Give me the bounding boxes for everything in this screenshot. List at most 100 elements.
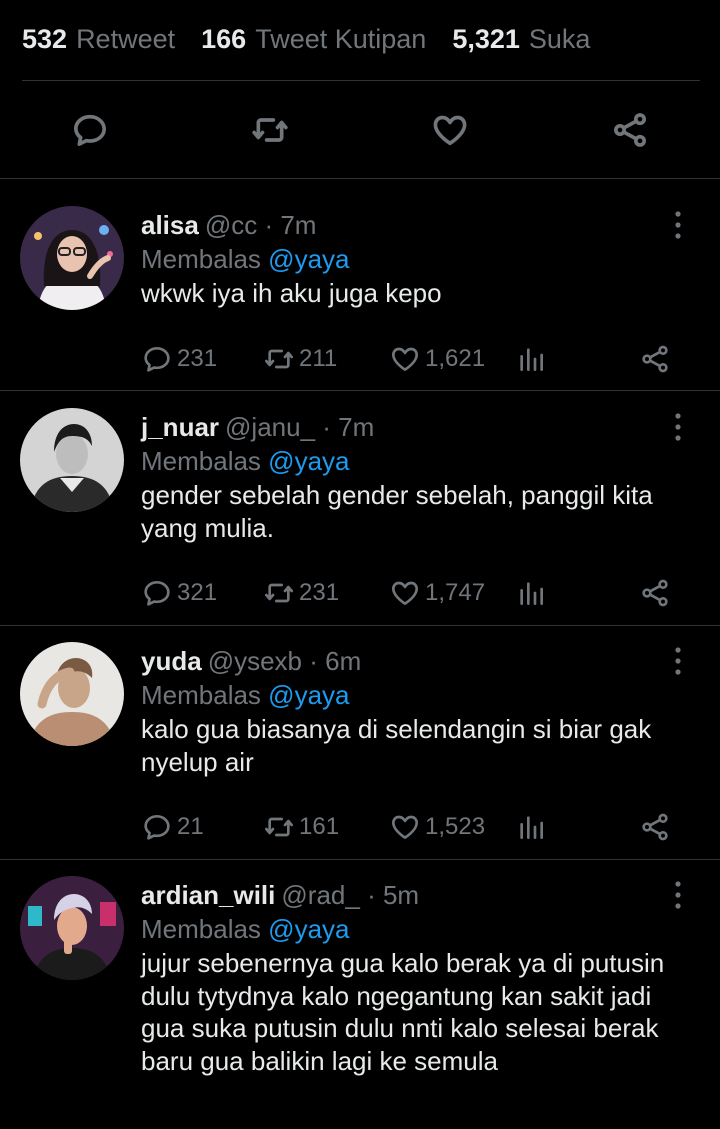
avatar-image bbox=[20, 206, 124, 310]
reply-header: ardian_wili @rad_ · 5m bbox=[141, 879, 419, 911]
retweet-count: 532 bbox=[22, 23, 68, 54]
retweet-icon bbox=[265, 349, 293, 369]
share-button[interactable] bbox=[639, 575, 675, 611]
share-button[interactable] bbox=[639, 341, 675, 377]
user-handle: @cc bbox=[204, 210, 258, 240]
more-options-button[interactable] bbox=[664, 209, 692, 241]
user-name[interactable]: j_nuar bbox=[141, 412, 219, 442]
bar-chart-icon bbox=[520, 816, 543, 839]
user-name[interactable]: yuda bbox=[141, 646, 202, 676]
avatar-image bbox=[20, 408, 124, 512]
retweet-stat[interactable]: 532 Retweet bbox=[22, 24, 175, 55]
reply-tweet[interactable]: yuda @ysexb · 6m Membalas @yaya kalo gua … bbox=[0, 615, 720, 858]
retweet-count: 211 bbox=[299, 345, 338, 372]
speech-bubble-icon bbox=[144, 581, 170, 606]
reply-button[interactable]: 231 bbox=[141, 341, 217, 377]
user-name[interactable]: ardian_wili bbox=[141, 880, 275, 910]
like-label: Suka bbox=[528, 23, 591, 54]
like-button[interactable]: 1,621 bbox=[389, 341, 485, 377]
share-icon bbox=[642, 579, 668, 607]
share-icon bbox=[642, 813, 668, 841]
mention-link[interactable]: @yaya bbox=[268, 244, 349, 274]
replying-label: Membalas bbox=[141, 446, 261, 476]
more-options-button[interactable] bbox=[664, 645, 692, 677]
kebab-menu-icon bbox=[675, 647, 681, 675]
heart-icon bbox=[392, 815, 418, 839]
analytics-button[interactable] bbox=[515, 575, 551, 611]
heart-icon bbox=[392, 581, 418, 605]
more-options-button[interactable] bbox=[664, 411, 692, 443]
divider bbox=[22, 80, 700, 81]
reply-header: j_nuar @janu_ · 7m bbox=[141, 411, 374, 443]
tweet-text: jujur sebenernya gua kalo berak ya di pu… bbox=[141, 948, 665, 1076]
timestamp: · 7m bbox=[322, 412, 375, 442]
bar-chart-icon bbox=[520, 348, 543, 371]
quote-stat[interactable]: 166 Tweet Kutipan bbox=[201, 24, 426, 55]
avatar[interactable] bbox=[20, 876, 124, 980]
user-name[interactable]: alisa bbox=[141, 210, 199, 240]
retweet-count: 161 bbox=[299, 813, 340, 840]
bar-chart-icon bbox=[520, 582, 543, 605]
replying-label: Membalas bbox=[141, 680, 261, 710]
retweet-count: 231 bbox=[299, 579, 340, 606]
mention-link[interactable]: @yaya bbox=[268, 446, 349, 476]
like-button[interactable]: 1,747 bbox=[389, 575, 485, 611]
replying-label: Membalas bbox=[141, 914, 261, 944]
reply-tweet[interactable]: alisa @cc · 7m Membalas @yaya wkwk iya ih… bbox=[0, 179, 720, 390]
retweet-button[interactable]: 211 bbox=[263, 341, 337, 377]
replying-to: Membalas @yaya bbox=[141, 679, 350, 711]
avatar[interactable] bbox=[20, 642, 124, 746]
reply-count: 231 bbox=[177, 345, 218, 372]
replying-to: Membalas @yaya bbox=[141, 913, 350, 945]
reply-action-bar: 321 231 1,747 bbox=[141, 575, 681, 611]
reply-tweet[interactable]: ardian_wili @rad_ · 5m Membalas @yaya juj… bbox=[0, 849, 720, 1129]
retweet-label: Retweet bbox=[76, 23, 176, 54]
like-count: 1,747 bbox=[425, 579, 486, 606]
speech-bubble-icon bbox=[144, 347, 170, 372]
timestamp: · 6m bbox=[309, 646, 362, 676]
tweet-text: wkwk iya ih aku juga kepo bbox=[141, 278, 442, 308]
like-count: 5,321 bbox=[452, 23, 520, 54]
like-button[interactable] bbox=[429, 109, 471, 151]
retweet-button[interactable]: 161 bbox=[263, 809, 339, 845]
like-button[interactable]: 1,523 bbox=[389, 809, 485, 845]
user-handle: @rad_ bbox=[281, 880, 360, 910]
tweet-action-bar bbox=[0, 105, 720, 155]
tweet-text: gender sebelah gender sebelah, panggil k… bbox=[141, 480, 653, 543]
like-count: 1,523 bbox=[425, 813, 486, 840]
quote-label: Tweet Kutipan bbox=[255, 23, 427, 54]
replying-to: Membalas @yaya bbox=[141, 445, 350, 477]
speech-bubble-icon bbox=[74, 114, 106, 147]
analytics-button[interactable] bbox=[515, 341, 551, 377]
retweet-button[interactable] bbox=[249, 109, 291, 151]
more-options-button[interactable] bbox=[664, 879, 692, 911]
kebab-menu-icon bbox=[675, 413, 681, 441]
quote-count: 166 bbox=[201, 23, 247, 54]
reply-count: 21 bbox=[177, 813, 204, 840]
timestamp: · 5m bbox=[367, 880, 420, 910]
like-count: 1,621 bbox=[425, 345, 486, 372]
share-button[interactable] bbox=[639, 809, 675, 845]
like-stat[interactable]: 5,321 Suka bbox=[452, 24, 590, 55]
mention-link[interactable]: @yaya bbox=[268, 914, 349, 944]
heart-icon bbox=[392, 347, 418, 371]
retweet-button[interactable]: 231 bbox=[263, 575, 339, 611]
reply-action-bar: 231 211 1,621 bbox=[141, 341, 681, 377]
timestamp: · 7m bbox=[264, 210, 317, 240]
reply-button[interactable]: 321 bbox=[141, 575, 217, 611]
share-button[interactable] bbox=[609, 109, 651, 151]
reply-count: 321 bbox=[177, 579, 218, 606]
kebab-menu-icon bbox=[675, 211, 681, 239]
retweet-icon bbox=[265, 583, 293, 603]
analytics-button[interactable] bbox=[515, 809, 551, 845]
reply-action-bar: 21 161 1,523 bbox=[141, 809, 681, 845]
avatar[interactable] bbox=[20, 408, 124, 512]
reply-tweet[interactable]: j_nuar @janu_ · 7m Membalas @yaya gender … bbox=[0, 381, 720, 624]
speech-bubble-icon bbox=[144, 815, 170, 840]
reply-button[interactable] bbox=[69, 109, 111, 151]
mention-link[interactable]: @yaya bbox=[268, 680, 349, 710]
avatar[interactable] bbox=[20, 206, 124, 310]
reply-button[interactable]: 21 bbox=[141, 809, 204, 845]
tweet-stats: 532 Retweet 166 Tweet Kutipan 5,321 Suka bbox=[22, 22, 616, 56]
replying-label: Membalas bbox=[141, 244, 261, 274]
